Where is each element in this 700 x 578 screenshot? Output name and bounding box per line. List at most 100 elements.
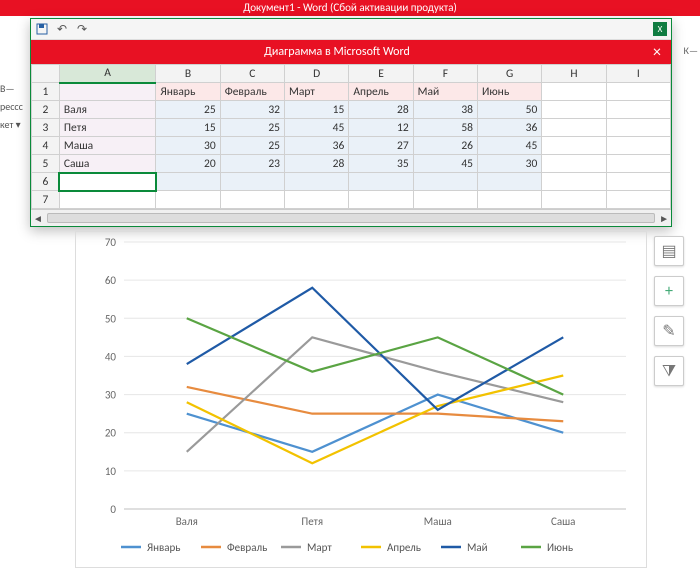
chart-style-button[interactable]: ✎ [654,316,684,346]
cell[interactable]: 30 [478,155,542,173]
cell[interactable]: 20 [156,155,220,173]
select-all-cell[interactable] [32,65,60,83]
cell[interactable]: 25 [156,101,220,119]
cell[interactable] [156,191,220,209]
col-header[interactable]: E [349,65,413,83]
row-header[interactable]: 5 [32,155,60,173]
svg-text:60: 60 [105,274,117,287]
cell[interactable]: Июнь [478,83,542,101]
cell[interactable]: Февраль [220,83,284,101]
cell[interactable] [220,191,284,209]
cell[interactable]: 50 [478,101,542,119]
cell[interactable]: 25 [220,137,284,155]
scroll-right-icon[interactable]: ► [659,212,669,225]
cell[interactable] [542,155,606,173]
cell[interactable] [413,173,477,191]
row-header[interactable]: 3 [32,119,60,137]
data-grid[interactable]: ABCDEFGHI 1 ЯнварьФевральМартАпрельМайИюнь… [31,64,671,209]
chart-filter-button[interactable]: ⧩ [654,356,684,386]
cell[interactable] [606,83,670,101]
excel-app-icon: X [653,22,667,36]
redo-icon[interactable]: ↷ [75,22,89,36]
cell[interactable]: 26 [413,137,477,155]
cell[interactable] [606,191,670,209]
col-header[interactable]: F [413,65,477,83]
cell[interactable]: 45 [285,119,349,137]
line-chart: 010203040506070ВаляПетяМашаСашаЯнварьФев… [76,232,646,567]
cell[interactable]: 15 [285,101,349,119]
cell[interactable]: Саша [59,155,155,173]
cell[interactable]: 45 [478,137,542,155]
cell[interactable] [156,173,220,191]
cell[interactable] [59,83,155,101]
cell[interactable]: Май [413,83,477,101]
cell[interactable]: Март [285,83,349,101]
cell[interactable] [542,83,606,101]
cell[interactable]: 32 [220,101,284,119]
cell[interactable]: 28 [349,101,413,119]
chart-style-icon: ✎ [662,321,675,341]
cell[interactable]: 12 [349,119,413,137]
active-cell[interactable] [59,173,155,191]
chart-area[interactable]: 010203040506070ВаляПетяМашаСашаЯнварьФев… [75,231,647,568]
row-header[interactable]: 6 [32,173,60,191]
cell[interactable] [542,137,606,155]
scroll-thumb[interactable] [47,213,655,223]
col-header[interactable]: H [542,65,606,83]
cell[interactable]: Январь [156,83,220,101]
cell[interactable] [349,173,413,191]
col-header[interactable]: D [285,65,349,83]
scroll-left-icon[interactable]: ◄ [33,212,43,225]
cell[interactable]: 38 [413,101,477,119]
cell[interactable]: 25 [220,119,284,137]
cell[interactable] [478,173,542,191]
row-header[interactable]: 7 [32,191,60,209]
cell[interactable]: 23 [220,155,284,173]
cell[interactable]: 30 [156,137,220,155]
undo-icon[interactable]: ↶ [55,22,69,36]
col-header[interactable]: A [59,65,155,83]
cell[interactable] [413,191,477,209]
cell[interactable]: Апрель [349,83,413,101]
cell[interactable]: 45 [413,155,477,173]
chart-layout-button[interactable]: ▤ [654,236,684,266]
cell[interactable]: 28 [285,155,349,173]
cell[interactable] [542,101,606,119]
cell[interactable] [478,191,542,209]
cell[interactable] [606,155,670,173]
cell[interactable]: 36 [285,137,349,155]
cell[interactable]: Маша [59,137,155,155]
cell[interactable] [542,173,606,191]
cell[interactable] [542,119,606,137]
cell[interactable]: Петя [59,119,155,137]
cell[interactable]: 58 [413,119,477,137]
cell[interactable]: Валя [59,101,155,119]
close-button[interactable]: × [643,43,671,62]
horizontal-scrollbar[interactable]: ◄ ► [31,209,671,226]
cell[interactable] [220,173,284,191]
svg-text:0: 0 [110,503,116,516]
cell[interactable] [606,119,670,137]
cell[interactable] [606,101,670,119]
cell[interactable] [285,191,349,209]
col-header[interactable]: B [156,65,220,83]
col-header[interactable]: G [478,65,542,83]
save-icon[interactable] [35,22,49,36]
row-header[interactable]: 4 [32,137,60,155]
cell[interactable] [349,191,413,209]
col-header[interactable]: I [606,65,670,83]
cell[interactable] [285,173,349,191]
row-header[interactable]: 1 [32,83,60,101]
cell[interactable]: 27 [349,137,413,155]
row-header[interactable]: 2 [32,101,60,119]
cell[interactable]: 36 [478,119,542,137]
cell[interactable]: 35 [349,155,413,173]
cell[interactable]: 15 [156,119,220,137]
cell[interactable] [59,191,155,209]
cell[interactable] [606,173,670,191]
cell[interactable] [542,191,606,209]
svg-text:Саша: Саша [551,515,575,528]
chart-add-element-button[interactable]: + [654,276,684,306]
cell[interactable] [606,137,670,155]
col-header[interactable]: C [220,65,284,83]
